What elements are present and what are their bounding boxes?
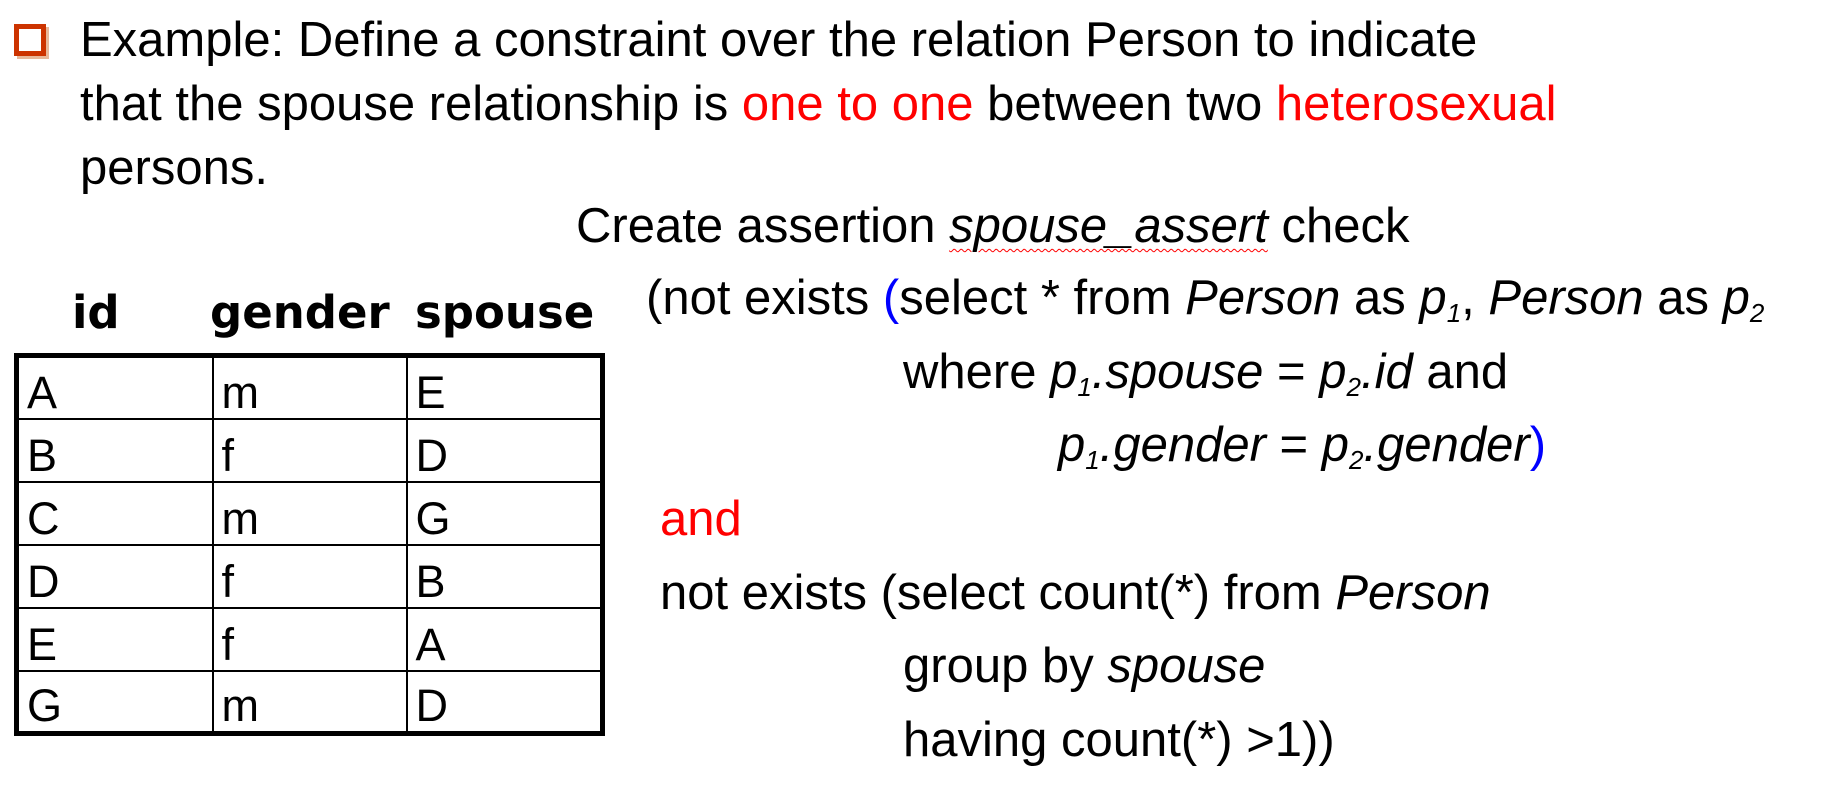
table-header-spouse: spouse	[415, 286, 595, 339]
person-table: A m E B f D C m G D f B E f A G m D	[14, 353, 605, 736]
keyword-check: check	[1267, 199, 1410, 253]
code-relation: Person	[1185, 271, 1341, 325]
code-text: =	[1265, 418, 1322, 472]
keyword-and: and	[660, 492, 742, 546]
cell-spouse: D	[405, 669, 604, 735]
code-var: p	[1319, 345, 1347, 399]
intro-paragraph: Example: Define a constraint over the re…	[80, 8, 1556, 200]
cell-gender: f	[211, 417, 408, 483]
code-text: group by	[903, 639, 1108, 693]
cell-gender: m	[211, 480, 408, 546]
code-subscript: 1	[1085, 445, 1100, 475]
cell-gender: m	[211, 354, 408, 420]
code-subscript: 2	[1346, 372, 1362, 402]
code-text: (not exists	[646, 271, 883, 325]
table-row: A m E	[15, 354, 604, 420]
cell-spouse: B	[405, 543, 604, 609]
code-attr: .gender	[1099, 418, 1266, 472]
cell-spouse: G	[405, 480, 604, 546]
assertion-name: spouse_assert	[949, 199, 1268, 253]
cell-id: G	[15, 669, 214, 735]
code-subscript: 1	[1446, 298, 1462, 328]
code-text: as	[1643, 271, 1723, 325]
code-text: ,	[1461, 271, 1489, 325]
highlight-heterosexual: heterosexual	[1275, 77, 1557, 131]
cell-gender: m	[211, 669, 408, 735]
code-attr: .gender	[1363, 418, 1530, 472]
code-subscript: 2	[1749, 298, 1765, 328]
intro-line-1: Example: Define a constraint over the re…	[80, 13, 1478, 67]
table-row: G m D	[15, 669, 604, 735]
code-text: and	[1412, 345, 1509, 399]
table-header-id: id	[72, 286, 120, 339]
code-text: =	[1263, 345, 1320, 399]
code-attr: .spouse	[1091, 345, 1264, 399]
cell-id: B	[15, 417, 214, 483]
cell-id: D	[15, 543, 214, 609]
intro-line-3: persons.	[80, 141, 268, 195]
square-bullet-icon	[14, 24, 46, 56]
assertion-line-2: where p1.spouse = p2.id and	[903, 342, 1508, 402]
assertion-line-7: having count(*) >1))	[903, 713, 1335, 767]
table-header-gender: gender	[210, 286, 390, 339]
intro-text: between two	[973, 77, 1276, 131]
code-relation: Person	[1335, 566, 1491, 620]
code-var: p	[1722, 271, 1750, 325]
code-text: as	[1340, 271, 1420, 325]
cell-gender: f	[211, 606, 408, 672]
blue-close-paren: )	[1529, 418, 1547, 472]
code-var: p	[1058, 418, 1086, 472]
code-text: where	[903, 345, 1051, 399]
intro-line-2: that the spouse relationship is one to o…	[80, 72, 1556, 136]
assertion-line-5: not exists (select count(*) from Person	[660, 563, 1491, 623]
assertion-line-6: group by spouse	[903, 636, 1265, 696]
assertion-create-line: Create assertion spouse_assert check	[576, 196, 1409, 256]
cell-spouse: E	[405, 354, 604, 420]
blue-open-paren: (	[882, 271, 900, 325]
table-row: D f B	[15, 543, 604, 609]
code-text: not exists (select count(*) from	[660, 566, 1336, 620]
cell-spouse: D	[405, 417, 604, 483]
table-row: C m G	[15, 480, 604, 546]
code-attr: .id	[1361, 345, 1413, 399]
table-row: B f D	[15, 417, 604, 483]
assertion-line-1: (not exists (select * from Person as p1,…	[646, 268, 1764, 328]
keyword-create-assertion: Create assertion	[576, 199, 950, 253]
highlight-one-to-one: one to one	[741, 77, 974, 131]
cell-gender: f	[211, 543, 408, 609]
table-row: E f A	[15, 606, 604, 672]
code-var: p	[1321, 418, 1350, 472]
code-subscript: 1	[1077, 372, 1092, 402]
code-relation: Person	[1488, 271, 1644, 325]
cell-id: A	[15, 354, 214, 420]
cell-id: E	[15, 606, 214, 672]
cell-spouse: A	[405, 606, 604, 672]
assertion-line-3: p1.gender = p2.gender)	[1058, 415, 1546, 475]
code-text: select * from	[899, 271, 1186, 325]
code-attr: spouse	[1107, 639, 1266, 693]
cell-id: C	[15, 480, 214, 546]
intro-text: that the spouse relationship is	[80, 77, 742, 131]
code-subscript: 2	[1349, 445, 1364, 475]
code-var: p	[1419, 271, 1447, 325]
code-var: p	[1050, 345, 1078, 399]
